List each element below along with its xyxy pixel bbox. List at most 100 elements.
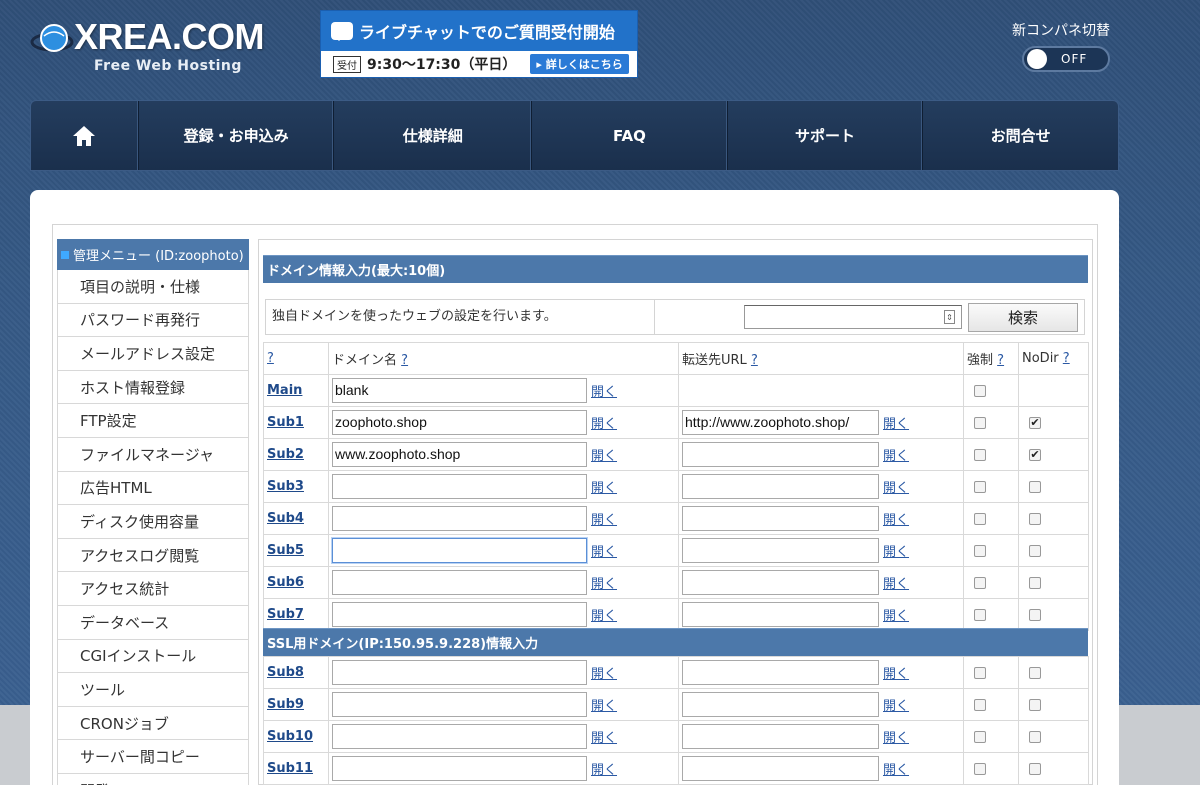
domain-slot-link[interactable]: Sub2 (267, 447, 304, 462)
sidebar-item-password[interactable]: パスワード再発行 (57, 303, 249, 338)
domain-input[interactable] (332, 756, 587, 781)
search-input[interactable]: ⇕ (744, 305, 962, 329)
domain-input[interactable] (332, 474, 587, 499)
open-domain-link[interactable]: 開く (591, 763, 617, 778)
domain-slot-link[interactable]: Sub6 (267, 575, 304, 590)
search-button[interactable]: 検索 (968, 302, 1078, 332)
redirect-url-input[interactable] (682, 538, 879, 563)
nodir-checkbox[interactable] (1029, 576, 1041, 589)
open-domain-link[interactable]: 開く (591, 385, 617, 400)
nodir-checkbox[interactable] (1029, 512, 1041, 525)
nodir-checkbox[interactable] (1029, 762, 1041, 775)
open-domain-link[interactable]: 開く (591, 417, 617, 432)
redirect-url-input[interactable] (682, 724, 879, 749)
domain-input[interactable] (332, 570, 587, 595)
domain-slot-link[interactable]: Sub5 (267, 543, 304, 558)
domain-slot-link[interactable]: Sub8 (267, 665, 304, 680)
force-checkbox[interactable] (974, 416, 986, 429)
nav-specs[interactable]: 仕様詳細 (334, 101, 533, 170)
nodir-checkbox[interactable] (1029, 698, 1041, 711)
banner-details-button[interactable]: ▸ 詳しくはこちら (530, 54, 629, 74)
redirect-url-input[interactable] (682, 442, 879, 467)
domain-input[interactable] (332, 692, 587, 717)
nodir-checkbox[interactable] (1029, 666, 1041, 679)
force-checkbox[interactable] (974, 576, 986, 589)
domain-input[interactable] (332, 538, 587, 563)
domain-input[interactable]: www.zoophoto.shop (332, 442, 587, 467)
open-domain-link[interactable]: 開く (591, 481, 617, 496)
spinner-icon[interactable]: ⇕ (944, 310, 955, 324)
domain-slot-link[interactable]: Sub3 (267, 479, 304, 494)
open-url-link[interactable]: 開く (883, 481, 909, 496)
open-url-link[interactable]: 開く (883, 763, 909, 778)
domain-input[interactable]: blank (332, 378, 587, 403)
force-checkbox[interactable] (974, 544, 986, 557)
new-panel-toggle[interactable]: OFF (1022, 46, 1110, 72)
force-checkbox[interactable] (974, 480, 986, 493)
open-url-link[interactable]: 開く (883, 545, 909, 560)
domain-slot-link[interactable]: Sub9 (267, 697, 304, 712)
open-domain-link[interactable]: 開く (591, 609, 617, 624)
sidebar-item-access-stats[interactable]: アクセス統計 (57, 572, 249, 606)
nodir-checkbox[interactable]: ✔ (1029, 448, 1041, 461)
open-url-link[interactable]: 開く (883, 699, 909, 714)
redirect-url-input[interactable]: http://www.zoophoto.shop/ (682, 410, 879, 435)
sidebar-item-server-copy[interactable]: サーバー間コピー (57, 740, 249, 774)
domain-input[interactable] (332, 602, 587, 627)
sidebar-item-access-log[interactable]: アクセスログ閲覧 (57, 538, 249, 573)
nav-home[interactable] (31, 101, 139, 170)
force-checkbox[interactable] (974, 512, 986, 525)
open-domain-link[interactable]: 開く (591, 731, 617, 746)
redirect-url-input[interactable] (682, 506, 879, 531)
open-url-link[interactable]: 開く (883, 731, 909, 746)
redirect-url-input[interactable] (682, 602, 879, 627)
sidebar-item-database[interactable]: データベース (57, 605, 249, 640)
domain-input[interactable] (332, 506, 587, 531)
domain-input[interactable] (332, 724, 587, 749)
redirect-url-input[interactable] (682, 474, 879, 499)
open-domain-link[interactable]: 開く (591, 699, 617, 714)
xrea-logo[interactable]: XREA.COM Free Web Hosting (30, 14, 286, 78)
sidebar-item-mail[interactable]: メールアドレス設定 (57, 337, 249, 371)
open-url-link[interactable]: 開く (883, 417, 909, 432)
sidebar-item-ftp[interactable]: FTP設定 (57, 404, 249, 438)
domain-input[interactable] (332, 660, 587, 685)
domain-slot-link[interactable]: Sub10 (267, 729, 313, 744)
domain-help-link[interactable]: ? (401, 353, 408, 368)
nav-contact[interactable]: お問合せ (923, 101, 1118, 170)
domain-slot-link[interactable]: Main (267, 383, 302, 398)
open-domain-link[interactable]: 開く (591, 449, 617, 464)
sidebar-item-ad-html[interactable]: 広告HTML (57, 471, 249, 506)
redirect-url-input[interactable] (682, 692, 879, 717)
url-help-link[interactable]: ? (751, 353, 758, 368)
help-link[interactable]: ? (267, 351, 274, 366)
force-help-link[interactable]: ? (997, 353, 1004, 368)
force-checkbox[interactable] (974, 448, 986, 461)
open-url-link[interactable]: 開く (883, 449, 909, 464)
sidebar-item-spec[interactable]: 項目の説明・仕様 (57, 270, 249, 304)
open-url-link[interactable]: 開く (883, 667, 909, 682)
domain-input[interactable]: zoophoto.shop (332, 410, 587, 435)
nodir-checkbox[interactable]: ✔ (1029, 416, 1041, 429)
open-url-link[interactable]: 開く (883, 577, 909, 592)
sidebar-item-cgi[interactable]: CGIインストール (57, 639, 249, 674)
force-checkbox[interactable] (974, 698, 986, 711)
nodir-checkbox[interactable] (1029, 480, 1041, 493)
open-url-link[interactable]: 開く (883, 513, 909, 528)
nodir-help-link[interactable]: ? (1063, 351, 1070, 366)
force-checkbox[interactable] (974, 608, 986, 621)
open-domain-link[interactable]: 開く (591, 545, 617, 560)
sidebar-item-host[interactable]: ホスト情報登録 (57, 370, 249, 405)
live-chat-banner[interactable]: ライブチャットでのご質問受付開始 受付 9:30〜17:30（平日） ▸ 詳しく… (320, 10, 638, 78)
force-checkbox[interactable] (974, 762, 986, 775)
force-checkbox[interactable] (974, 384, 986, 397)
open-url-link[interactable]: 開く (883, 609, 909, 624)
nav-register[interactable]: 登録・お申込み (139, 101, 335, 170)
domain-slot-link[interactable]: Sub11 (267, 761, 313, 776)
redirect-url-input[interactable] (682, 660, 879, 685)
redirect-url-input[interactable] (682, 570, 879, 595)
sidebar-item-dev[interactable]: 開発 (57, 773, 249, 785)
nodir-checkbox[interactable] (1029, 730, 1041, 743)
force-checkbox[interactable] (974, 666, 986, 679)
open-domain-link[interactable]: 開く (591, 667, 617, 682)
